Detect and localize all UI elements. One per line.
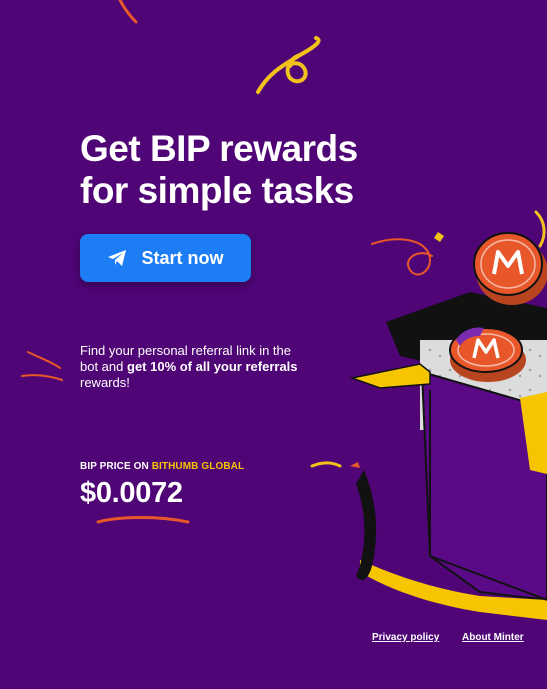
coin-purple-edge: [456, 327, 484, 346]
telegram-plane-icon: [108, 250, 127, 266]
box-left-flap: [349, 363, 431, 389]
hero-title-line1: Get BIP rewards: [80, 128, 358, 169]
referral-description: Find your personal referral link in the …: [80, 343, 300, 391]
confetti-yellow-stroke: [310, 461, 342, 468]
box-interior: [420, 340, 547, 430]
box-bottom-ribbon: [360, 560, 547, 620]
box-edge-line: [429, 390, 547, 601]
box-front-panel: [420, 370, 547, 602]
confetti-strokes-left: [21, 351, 63, 381]
price-label-prefix: BIP PRICE ON: [80, 461, 152, 472]
hero-title: Get BIP rewards for simple tasks: [80, 128, 358, 212]
about-minter-link[interactable]: About Minter: [462, 632, 524, 643]
referral-text-end: rewards!: [80, 375, 130, 390]
start-now-button[interactable]: Start now: [80, 234, 251, 282]
box-right-flap: [520, 392, 547, 474]
hero-title-line2: for simple tasks: [80, 170, 354, 211]
confetti-dot-yellow: [434, 232, 444, 242]
confetti-swirl-right: [534, 210, 546, 248]
confetti-small-orange: [350, 462, 360, 468]
privacy-policy-link[interactable]: Privacy policy: [372, 632, 439, 643]
start-now-label: Start now: [141, 247, 224, 268]
bip-price-value: $0.0072: [80, 477, 183, 509]
bip-price-label: BIP PRICE ON BITHUMB GLOBAL: [80, 461, 244, 472]
black-streamer: [356, 470, 377, 581]
box-back-flap: [386, 292, 547, 372]
minter-coin-small: [449, 327, 526, 382]
price-exchange-link[interactable]: BITHUMB GLOBAL: [152, 461, 245, 472]
minter-coin-large: [473, 232, 547, 305]
confetti-swoosh-bottom: [96, 516, 190, 524]
confetti-squiggle-right: [371, 238, 433, 276]
referral-text-bold: get 10% of all your referrals: [127, 359, 298, 374]
confetti-ribbon-yellow: [256, 36, 321, 94]
confetti-ribbon-top: [118, 0, 138, 24]
